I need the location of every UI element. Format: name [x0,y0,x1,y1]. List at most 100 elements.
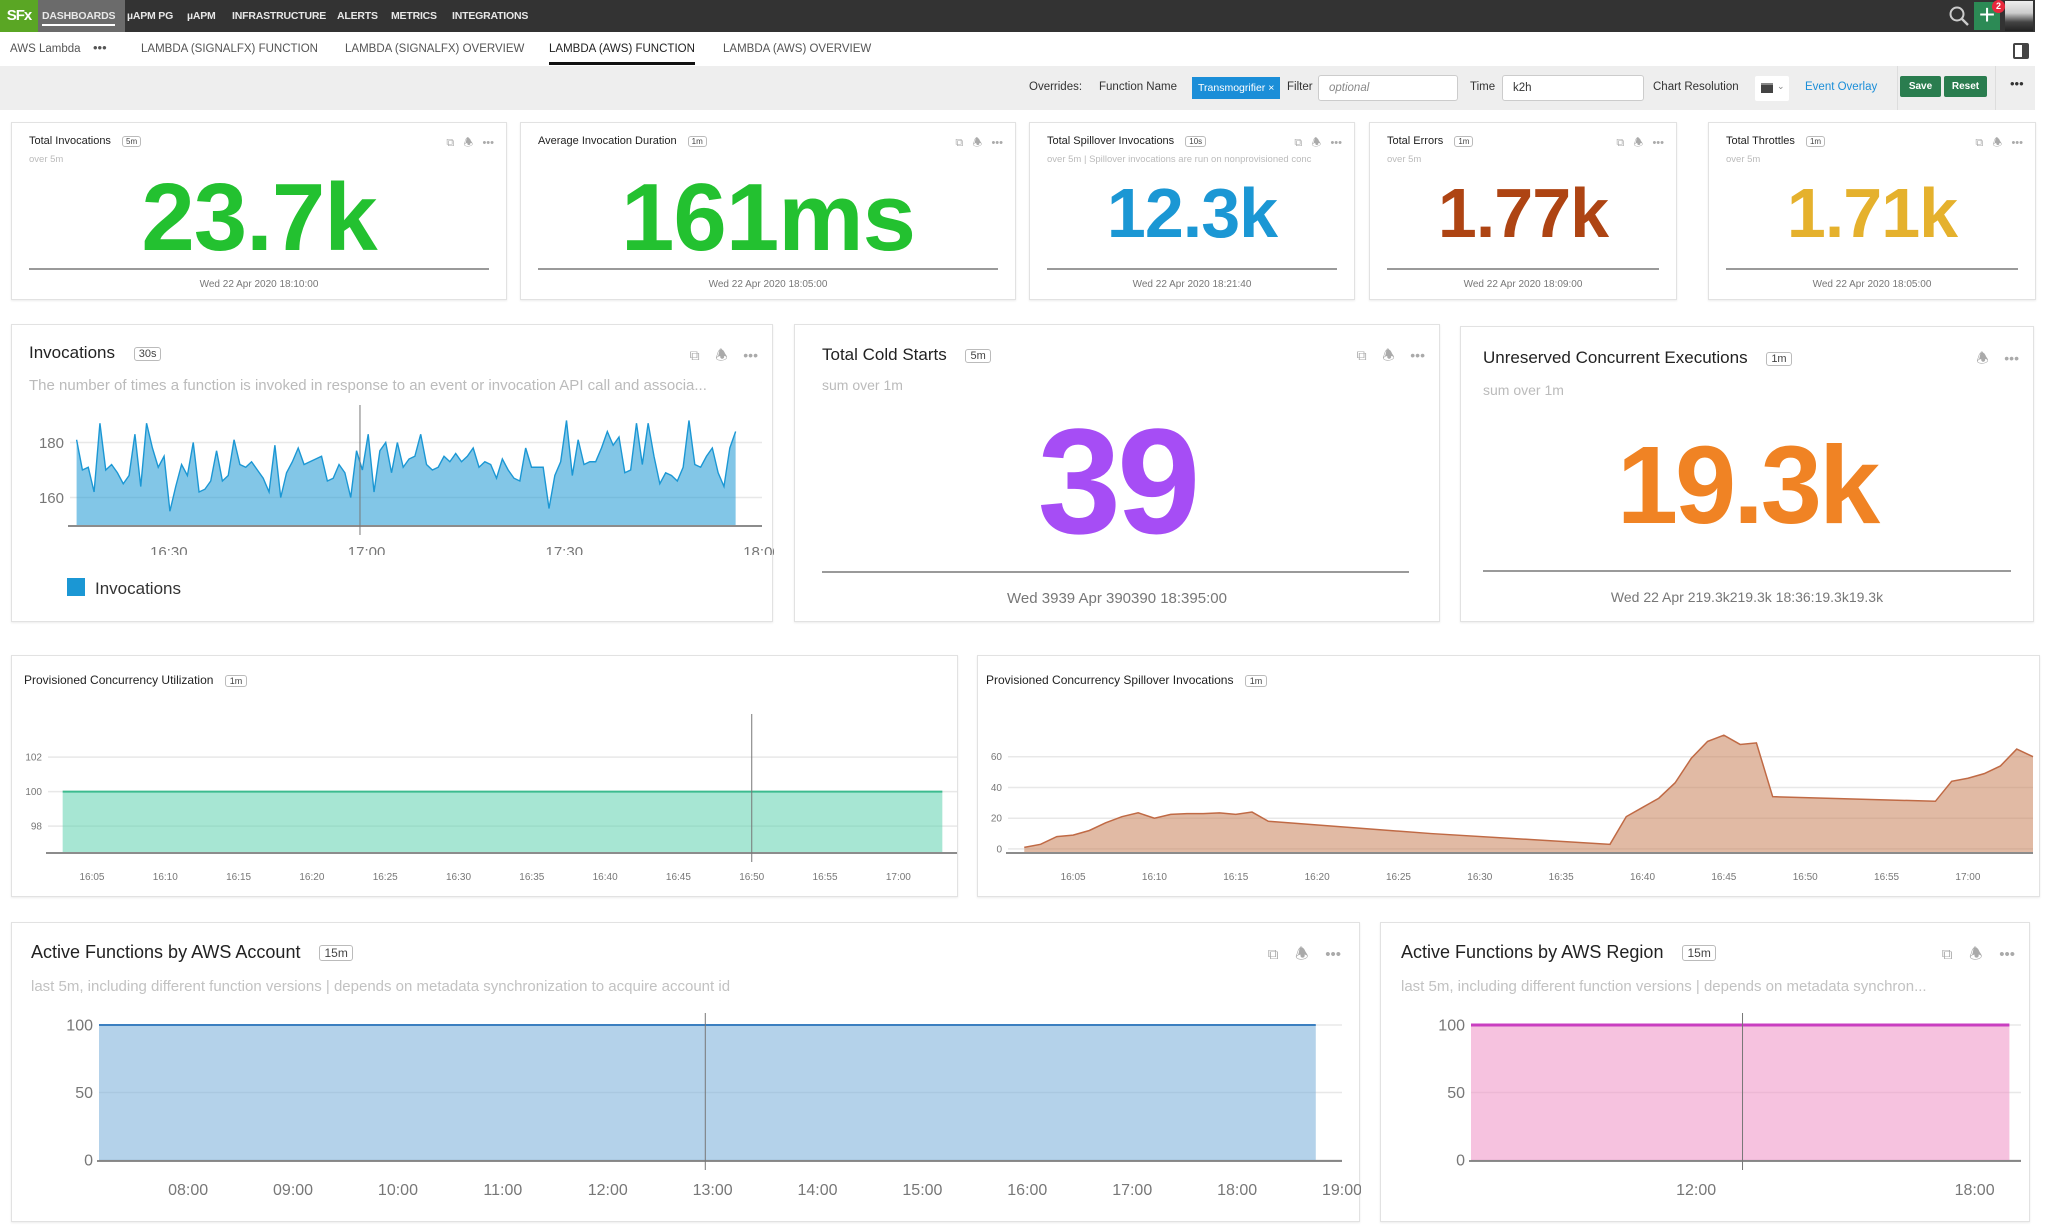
nav-integrations[interactable]: INTEGRATIONS [452,0,528,32]
spillover-chart[interactable]: 0 20 40 60 16:05 16:10 16:15 16:20 16:25 16:30 16:… [978,706,2041,886]
area-fill [1471,1025,2010,1160]
nav-alerts[interactable]: ALERTS [337,0,378,32]
copy-icon[interactable]: ⧉ [1357,347,1367,364]
more-icon[interactable]: ••• [743,347,758,363]
function-name-chip[interactable]: Transmogrifier × [1192,77,1281,99]
resolution-badge: 15m [319,945,353,962]
tab-lambda-aws-overview[interactable]: LAMBDA (AWS) OVERVIEW [723,33,871,65]
nav-dashboards[interactable]: DASHBOARDS [42,0,115,32]
card-description: last 5m, including different function ve… [1401,978,1927,995]
top-nav: SFx DASHBOARDS µAPM PG µAPM INFRASTRUCTU… [0,0,2035,32]
chevron-down-icon: ⌄ [1777,81,1785,91]
x-tick-label: 19:00 [1322,1182,1361,1199]
more-icon[interactable]: ••• [1652,137,1664,149]
region-chart[interactable]: 0 50 100 12:00 18:00 [1381,1003,2031,1218]
tab-lambda-signalfx-overview[interactable]: LAMBDA (SIGNALFX) OVERVIEW [345,33,524,65]
card-description: sum over 1m [1483,382,1564,398]
breadcrumb[interactable]: AWS Lambda [10,33,81,65]
copy-icon[interactable]: ⧉ [1616,137,1624,150]
card-title: Active Functions by AWS Account [31,942,301,962]
logo[interactable]: SFx [0,0,38,32]
x-tick-label: 12:00 [1676,1182,1716,1199]
resolution-badge: 1m [687,135,707,147]
more-icon[interactable]: ••• [2011,137,2023,149]
x-tick-label: 14:00 [798,1182,838,1199]
bell-icon[interactable]: 🕭 [1295,944,1308,969]
account-chart[interactable]: 0 50 100 08:00 09:00 10:00 11:00 12:00 13:00 14:0… [12,1003,1361,1218]
card-description: The number of times a function is invoke… [29,377,707,394]
event-overlay-link[interactable]: Event Overlay [1805,81,1877,93]
x-tick-label: 18:00 [1955,1182,1995,1199]
resolution-icon [1761,83,1773,93]
save-button[interactable]: Save [1900,76,1941,97]
copy-icon[interactable]: ⧉ [690,347,700,364]
card-description: over 5m [1726,154,1761,165]
divider [538,268,998,270]
time-input[interactable] [1502,75,1644,101]
bell-icon[interactable]: 🕭 [1382,345,1395,369]
copy-icon[interactable]: ⧉ [1942,946,1953,963]
total-errors-card: Total Errors 1m ⧉ 🕭 ••• over 5m 1.77k We… [1369,122,1677,300]
x-tick-label: 18:00 [743,544,774,555]
tab-lambda-aws-function[interactable]: LAMBDA (AWS) FUNCTION [549,33,695,65]
bell-icon[interactable]: 🕭 [1969,944,1982,969]
more-icon[interactable]: ••• [2004,350,2019,366]
copy-icon[interactable]: ⧉ [1975,137,1983,150]
x-tick-label: 16:35 [519,872,544,883]
nav-infrastructure[interactable]: INFRASTRUCTURE [232,0,326,32]
divider [29,268,489,270]
y-tick-label: 100 [25,787,42,798]
bell-icon[interactable]: 🕭 [715,345,728,369]
y-tick-label: 0 [996,844,1002,855]
side-panel-icon[interactable] [2013,43,2029,59]
nav-uapm[interactable]: µAPM [187,0,216,32]
y-tick-label: 160 [39,490,64,507]
big-number-value: 1.71k [1786,174,1958,252]
search-icon[interactable] [1947,4,1971,28]
more-icon[interactable]: ••• [1325,946,1341,963]
nav-metrics[interactable]: METRICS [391,0,437,32]
avatar[interactable] [2005,1,2033,31]
timestamp: Wed 22 Apr 2020 18:10:00 [199,279,319,290]
bell-icon[interactable]: 🕭 [972,134,982,153]
legend-label[interactable]: Invocations [95,579,181,599]
utilization-chart[interactable]: 98 100 102 16:05 16:10 16:15 16:20 16:25 16:30 16… [12,706,959,886]
bell-icon[interactable]: 🕭 [1633,134,1643,153]
more-icon[interactable]: ••• [1410,347,1425,363]
more-icon[interactable]: ••• [991,137,1003,149]
y-tick-label: 100 [1438,1018,1465,1035]
filter-input[interactable] [1318,75,1458,101]
copy-icon[interactable]: ⧉ [955,137,963,150]
account-card: Active Functions by AWS Account 15m ⧉ 🕭 … [11,922,1361,1222]
divider [1387,268,1659,270]
resolution-badge: 30s [133,346,162,361]
more-icon[interactable]: ••• [1999,946,2015,963]
x-tick-label: 16:45 [666,872,691,883]
tab-lambda-signalfx-function[interactable]: LAMBDA (SIGNALFX) FUNCTION [141,33,318,65]
more-icon[interactable]: ••• [1330,137,1342,149]
x-tick-label: 16:20 [1305,872,1330,883]
invocations-chart[interactable]: 160 180 16:30 17:00 17:30 18:00 [12,405,774,555]
breadcrumb-more-icon[interactable]: ••• [93,33,107,65]
x-tick-label: 16:15 [226,872,251,883]
card-title: Active Functions by AWS Region [1401,942,1664,962]
bell-icon[interactable]: 🕭 [1992,134,2002,153]
copy-icon[interactable]: ⧉ [1268,946,1279,963]
chart-resolution-dropdown[interactable]: ⌄ [1755,76,1789,101]
y-tick-label: 102 [25,753,42,764]
resolution-badge: 1m [1454,135,1474,147]
x-tick-label: 16:30 [446,872,471,883]
bell-icon[interactable]: 🕭 [1976,348,1989,372]
more-icon[interactable]: ••• [482,137,494,149]
timestamp: Wed 22 Apr 2020 18:05:00 [708,279,828,290]
more-options-icon[interactable]: ••• [2010,76,2024,91]
bell-icon[interactable]: 🕭 [463,134,473,153]
x-tick-label: 13:00 [693,1182,733,1199]
copy-icon[interactable]: ⧉ [1294,137,1302,150]
resolution-badge: 5m [122,135,142,147]
nav-uapm-pg[interactable]: µAPM PG [127,0,173,32]
reset-button[interactable]: Reset [1944,76,1987,97]
bell-icon[interactable]: 🕭 [1311,134,1321,153]
copy-icon[interactable]: ⧉ [446,137,454,150]
resolution-badge: 1m [1805,135,1826,147]
